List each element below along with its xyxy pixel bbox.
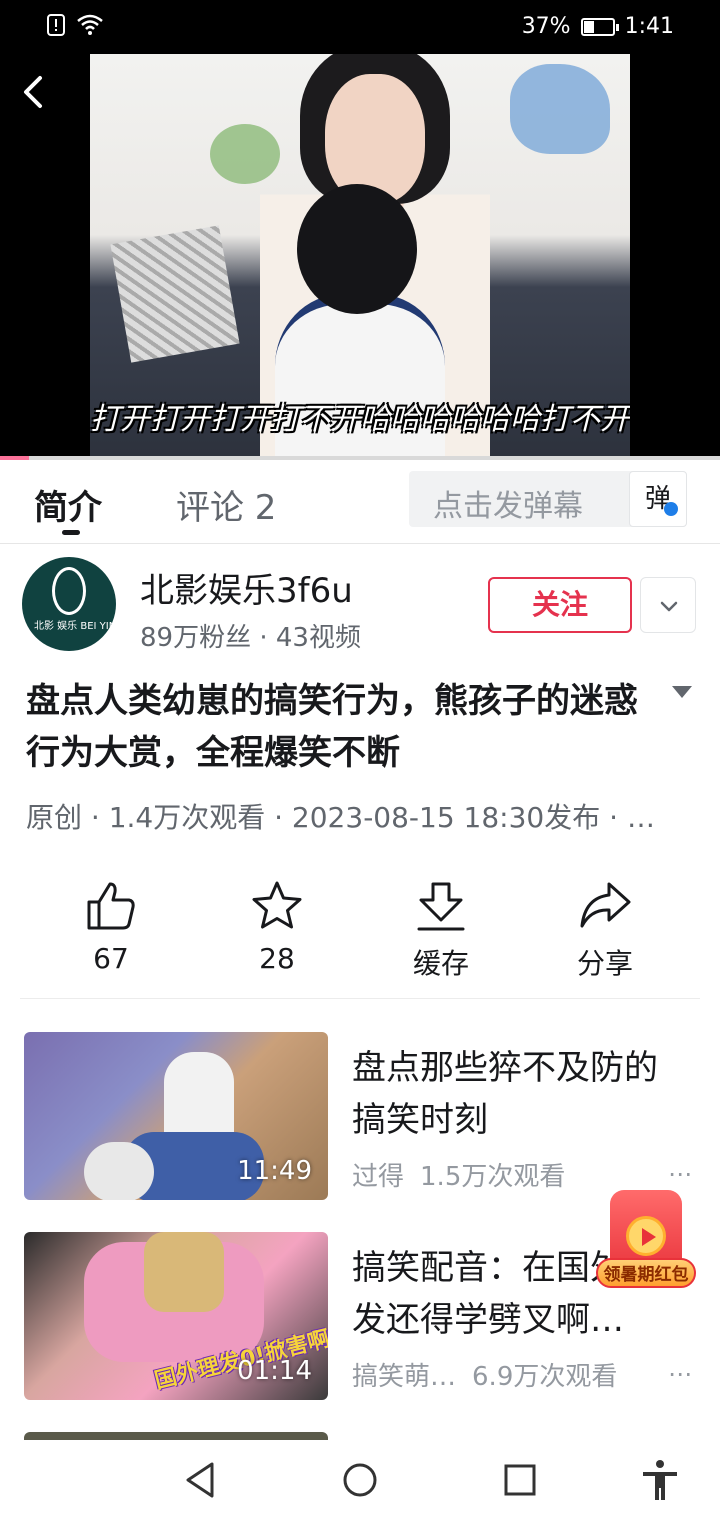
tab-comments[interactable]: 评论 2 [176,480,276,529]
avatar[interactable]: 北影 娱乐 BEI YING YU LE [22,557,116,651]
battery-percent: 37% [521,14,571,39]
like-count: 67 [93,942,129,975]
related-title[interactable]: 盘点那些猝不及防的搞笑时刻 [352,1042,682,1146]
related-meta: 搞笑萌… 6.9万次观看 [352,1356,617,1393]
related-author: 过得 [352,1162,405,1192]
wifi-icon [77,14,103,35]
related-views: 1.5万次观看 [420,1162,566,1192]
expand-caret-icon[interactable] [672,686,692,698]
more-options-icon[interactable]: ⋯ [668,1360,692,1388]
back-arrow-icon[interactable] [16,72,52,112]
video-title: 盘点人类幼崽的搞笑行为，熊孩子的迷惑行为大赏，全程爆笑不断 [26,681,638,773]
uploader-more-button[interactable] [640,577,696,633]
status-bar: 37% 1:41 [0,0,720,54]
logo-icon [52,567,86,615]
cache-button[interactable]: 缓存 [366,870,516,982]
action-bar: 67 28 缓存 分享 [0,870,720,990]
chevron-down-icon [660,601,678,612]
star-icon [252,881,302,929]
uploader-row: 北影 娱乐 BEI YING YU LE 北影娱乐3f6u 89万粉丝 · 43… [0,545,720,655]
video-frame[interactable]: 打开打开打开打不开哈哈哈哈哈哈打不开 [90,54,630,456]
tab-intro[interactable]: 简介 [34,480,102,529]
thumbs-up-icon [87,882,135,930]
wall-sticker-elephant [510,64,610,154]
clock: 1:41 [624,14,674,39]
danmaku-placeholder: 点击发弹幕 [433,489,583,524]
battery-icon [580,17,619,36]
download-icon [417,882,465,931]
related-meta: 过得 1.5万次观看 [352,1156,565,1193]
related-duration: 11:49 [237,1156,312,1186]
nav-recents-icon[interactable] [498,1458,542,1502]
related-views: 6.9万次观看 [472,1362,618,1392]
cache-label: 缓存 [412,947,469,980]
related-thumbnail[interactable]: 11:49 [24,1032,328,1200]
uploader-name[interactable]: 北影娱乐3f6u [140,563,353,612]
section-divider [20,998,700,999]
related-item[interactable]: 11:49 盘点那些猝不及防的搞笑时刻 过得 1.5万次观看 ⋯ [0,1032,720,1202]
uploader-stats: 89万粉丝 · 43视频 [140,623,361,653]
favorite-button[interactable]: 28 [202,870,352,975]
check-badge-icon [664,502,678,516]
red-packet-label: 领暑期红包 [596,1258,696,1288]
like-button[interactable]: 67 [36,870,186,975]
video-player[interactable]: 打开打开打开打不开哈哈哈哈哈哈打不开 [0,54,720,456]
share-arrow-icon [580,882,631,928]
play-coin-icon [626,1216,666,1256]
video-subtitle: 打开打开打开打不开哈哈哈哈哈哈打不开 [90,402,630,437]
share-label: 分享 [576,947,633,980]
related-duration: 01:14 [237,1356,312,1386]
tab-indicator [62,530,80,535]
nav-back-icon[interactable] [178,1458,222,1502]
accessibility-icon[interactable] [638,1458,682,1502]
related-author: 搞笑萌… [352,1362,457,1392]
avatar-logo-text: 北影 娱乐 BEI YING YU LE [34,621,116,632]
tab-bar: 简介 评论 2 点击发弹幕 弹 [0,460,720,544]
video-meta: 原创 · 1.4万次观看 · 2023-08-15 18:30发布 · … [26,801,655,834]
related-thumbnail[interactable]: 国外理发0!掀害啊 01:14 [24,1232,328,1400]
pillow [110,225,240,363]
share-button[interactable]: 分享 [530,870,680,982]
favorite-count: 28 [259,942,295,975]
system-nav-bar [0,1440,720,1520]
danmaku-toggle-button[interactable]: 弹 [629,471,687,527]
alert-icon [47,14,65,36]
danmaku-input[interactable]: 点击发弹幕 弹 [409,471,687,527]
nav-home-icon[interactable] [338,1458,382,1502]
red-packet-button[interactable]: 领暑期红包 [596,1190,698,1294]
more-options-icon[interactable]: ⋯ [668,1160,692,1188]
follow-button[interactable]: 关注 [488,577,632,633]
